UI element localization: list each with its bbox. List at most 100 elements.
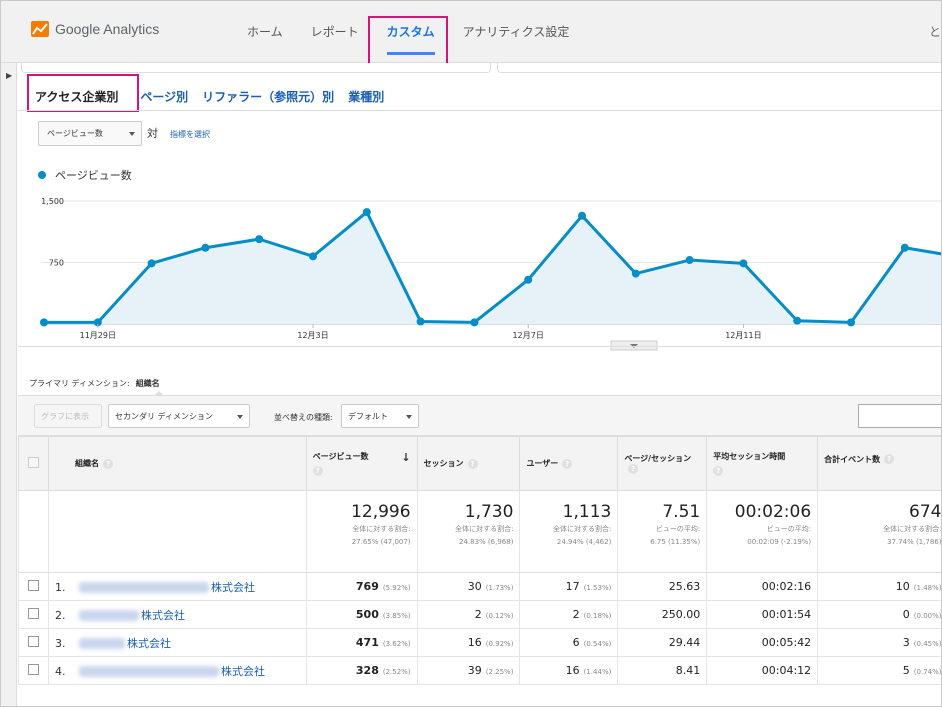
subtab-referrer[interactable]: リファラー（参照元）別 <box>202 88 334 105</box>
data-point[interactable] <box>847 318 855 327</box>
plot-rows-button[interactable]: グラフに表示 <box>34 404 102 428</box>
primary-dimension-label: プライマリ ディメンション: <box>29 379 130 388</box>
header-select-all[interactable] <box>18 436 49 491</box>
data-point[interactable] <box>470 318 479 327</box>
org-name-link[interactable]: 株式会社 <box>221 665 265 678</box>
row-checkbox[interactable] <box>27 580 39 591</box>
pageview-chart: 1,500 750 11月29日 12月3日 12月7日 12月11日 <box>40 197 941 351</box>
primary-dimension: プライマリ ディメンション: 組織名 <box>29 378 160 389</box>
header-avg-session-duration[interactable]: 平均セッション時間? <box>706 436 819 491</box>
cell-pageviews: 471 (3.62%) <box>305 628 418 657</box>
help-icon[interactable]: ? <box>467 458 478 469</box>
divider <box>18 110 941 111</box>
tab-admin[interactable]: アナリティクス設定 <box>449 1 584 63</box>
org-name-link[interactable]: 株式会社 <box>127 637 171 650</box>
data-point[interactable] <box>685 256 694 265</box>
left-collapse-strip[interactable]: ▶ <box>1 63 17 706</box>
row-checkbox[interactable] <box>27 664 39 675</box>
data-point[interactable] <box>578 211 586 220</box>
panel-edge <box>497 63 941 73</box>
data-point[interactable] <box>147 259 156 268</box>
total-pageviews: 12,996 全体に対する割合: 27.65% (47,007) <box>305 490 418 573</box>
header-sessions[interactable]: セッション? <box>416 436 521 491</box>
logo[interactable]: Google Analytics <box>31 21 159 37</box>
x-tick-label: 11月29日 <box>80 331 116 340</box>
data-point[interactable] <box>793 316 802 325</box>
header-org[interactable]: 組織名? <box>47 436 307 491</box>
cell-pageviews: 500 (3.85%) <box>305 600 418 629</box>
data-point[interactable] <box>309 252 317 261</box>
data-point[interactable] <box>362 208 371 217</box>
table-row[interactable]: 3. 株式会社 471 (3.62%) 16 (0.92%) 6 (0.54%) 29.44 00… <box>18 628 941 657</box>
header-users[interactable]: ユーザー? <box>519 436 619 491</box>
header-total-events[interactable]: 合計イベント数? <box>817 436 941 491</box>
help-icon[interactable]: ? <box>884 454 895 464</box>
cell-events: 5 (0.74%) <box>817 656 941 685</box>
subtab-company[interactable]: アクセス企業別 <box>27 88 126 105</box>
tab-home[interactable]: ホーム <box>233 1 297 63</box>
tab-reports[interactable]: レポート <box>297 1 373 63</box>
data-point[interactable] <box>739 259 748 268</box>
header-pageviews[interactable]: ページビュー数 ↓? <box>305 436 418 491</box>
subtab-page[interactable]: ページ別 <box>140 88 188 105</box>
help-icon[interactable]: ? <box>102 458 113 469</box>
sort-type-dropdown[interactable]: デフォルト <box>341 404 419 428</box>
panel-edge <box>21 63 491 73</box>
table-row[interactable]: 4. 株式会社 328 (2.52%) 39 (2.25%) 16 (1.44%) 8.41 00… <box>18 656 941 685</box>
data-point[interactable] <box>40 318 48 327</box>
help-icon[interactable]: ? <box>312 466 323 476</box>
y-tick-label: 750 <box>49 259 64 268</box>
header-pages-per-session[interactable]: ページ/セッション? <box>617 436 708 491</box>
tab-custom[interactable]: カスタム <box>373 1 449 63</box>
org-name-link[interactable]: 株式会社 <box>211 581 255 594</box>
cell-events: 3 (0.45%) <box>817 628 941 657</box>
data-point[interactable] <box>201 243 210 252</box>
secondary-dimension-label: セカンダリ ディメンション <box>115 411 213 421</box>
y-tick-label: 1,500 <box>41 197 64 206</box>
total-sessions: 1,730 全体に対する割合: 24.83% (6,968) <box>416 490 520 573</box>
row-number: 2. <box>54 608 66 622</box>
chart-legend: ページビュー数 <box>38 167 132 183</box>
cell-users: 2 (0.18%) <box>519 600 618 629</box>
redacted-name <box>78 666 219 677</box>
expand-arrow-icon[interactable]: ▶ <box>6 71 12 80</box>
report-subtabs: アクセス企業別 ページ別 リファラー（参照元）別 業種別 <box>27 81 398 111</box>
x-tick-label: 12月7日 <box>513 331 544 340</box>
redacted-name <box>78 638 125 649</box>
total-avg-duration: 00:02:06 ビューの平均: 00:02:09 (-2.19%) <box>706 490 818 573</box>
help-icon[interactable]: ? <box>628 464 639 474</box>
checkbox[interactable] <box>27 457 39 468</box>
cell-sessions: 39 (2.25%) <box>416 656 520 685</box>
primary-dimension-value[interactable]: 組織名 <box>136 379 160 388</box>
row-checkbox[interactable] <box>27 608 39 619</box>
table-row[interactable]: 1. 株式会社 769 (5.92%) 30 (1.73%) 17 (1.53%) 25.63 0… <box>18 572 941 601</box>
caret-down-icon <box>129 132 135 136</box>
total-pages-per-session: 7.51 ビューの平均: 6.75 (11.35%) <box>617 490 707 573</box>
cell-avg-duration: 00:02:16 <box>706 572 818 601</box>
sort-desc-icon[interactable]: ↓ <box>401 451 410 464</box>
data-point[interactable] <box>631 269 640 278</box>
caret-down-icon <box>406 415 412 419</box>
subtab-industry[interactable]: 業種別 <box>348 88 384 105</box>
data-point[interactable] <box>416 317 425 326</box>
legend-label: ページビュー数 <box>55 169 132 182</box>
cell-avg-duration: 00:01:54 <box>706 600 818 629</box>
org-name-link[interactable]: 株式会社 <box>141 609 185 622</box>
data-point[interactable] <box>900 243 909 252</box>
table-row[interactable]: 2. 株式会社 500 (3.85%) 2 (0.12%) 2 (0.18%) 250.00 00… <box>18 600 941 629</box>
row-checkbox[interactable] <box>27 636 39 647</box>
secondary-dimension-dropdown[interactable]: セカンダリ ディメンション <box>108 404 250 428</box>
cell-events: 0 (0.00%) <box>817 600 941 629</box>
row-number: 3. <box>54 636 66 650</box>
help-icon[interactable]: ? <box>713 466 724 476</box>
data-point[interactable] <box>255 235 264 244</box>
analytics-window: Google Analytics ホーム レポート カスタム アナリティクス設定… <box>0 0 942 707</box>
metric-dropdown[interactable]: ページビュー数 <box>38 121 142 146</box>
divider <box>18 346 941 347</box>
choose-metric-link[interactable]: 指標を選択 <box>170 129 210 140</box>
cell-pageviews: 769 (5.92%) <box>305 572 418 601</box>
table-search-input[interactable] <box>858 404 941 428</box>
data-point[interactable] <box>524 275 533 284</box>
top-nav: ホーム レポート カスタム アナリティクス設定 <box>233 1 583 63</box>
help-icon[interactable]: ? <box>562 458 573 469</box>
